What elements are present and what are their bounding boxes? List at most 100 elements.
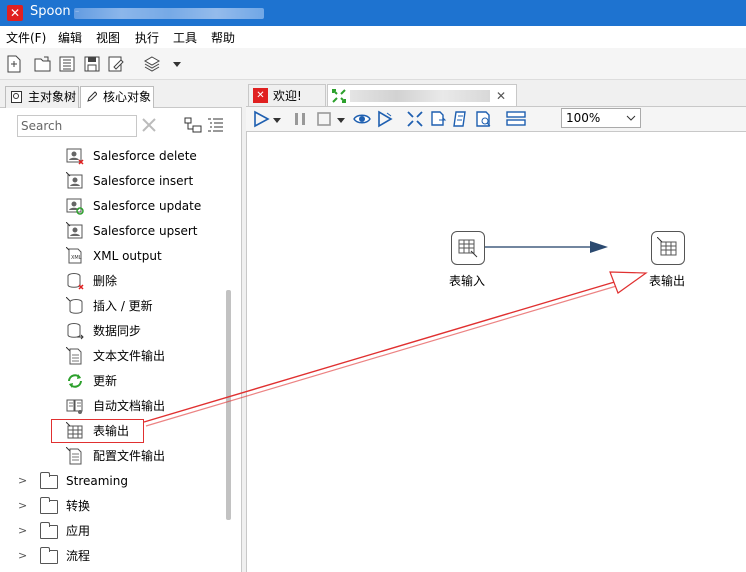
menu-view[interactable]: 视图 bbox=[96, 29, 120, 46]
expand-arrow-icon[interactable]: > bbox=[18, 520, 27, 542]
debug-icon[interactable] bbox=[376, 110, 394, 128]
list-item[interactable]: 文本文件输出 bbox=[66, 345, 226, 367]
close-tab-icon[interactable]: ✕ bbox=[496, 85, 506, 107]
data-sync-icon bbox=[67, 323, 84, 340]
list-item[interactable]: Salesforce delete bbox=[66, 145, 226, 167]
zoom-value: 100% bbox=[566, 111, 601, 125]
verify-icon[interactable] bbox=[406, 110, 424, 128]
tab-core-objects[interactable]: 核心对象 bbox=[80, 86, 154, 108]
tab-main-tree[interactable]: 主对象树 bbox=[5, 86, 79, 108]
folder-flow[interactable]: > 流程 bbox=[0, 545, 226, 567]
database-delete-icon bbox=[67, 273, 84, 290]
list-item[interactable]: 自动文档输出 bbox=[66, 395, 226, 417]
svg-text:XML: XML bbox=[71, 255, 82, 261]
save-icon[interactable] bbox=[83, 55, 101, 73]
expand-arrow-icon[interactable]: > bbox=[18, 495, 27, 517]
tab-transformation[interactable]: ✕ bbox=[327, 84, 517, 106]
xml-output-icon: XML bbox=[66, 247, 82, 264]
show-results-icon[interactable] bbox=[505, 110, 527, 128]
update-refresh-icon bbox=[68, 374, 82, 388]
save-as-icon[interactable] bbox=[107, 55, 125, 73]
expand-arrow-icon[interactable]: > bbox=[18, 470, 27, 492]
tree-item-label: 插入 / 更新 bbox=[93, 299, 153, 313]
insert-update-icon bbox=[66, 297, 83, 314]
menu-run[interactable]: 执行 bbox=[135, 29, 159, 46]
layers-icon[interactable] bbox=[143, 55, 161, 73]
salesforce-update-icon bbox=[66, 198, 84, 215]
list-item[interactable]: Salesforce insert bbox=[66, 170, 226, 192]
folder-streaming[interactable]: > Streaming bbox=[0, 470, 226, 492]
tab-welcome[interactable]: ✕ 欢迎! bbox=[248, 84, 326, 106]
stop-icon[interactable] bbox=[315, 110, 333, 128]
explore-db-icon[interactable] bbox=[474, 110, 492, 128]
run-dropdown-icon[interactable] bbox=[272, 110, 282, 128]
folder-label: Streaming bbox=[66, 474, 128, 488]
zoom-select[interactable]: 100% bbox=[561, 108, 641, 128]
search-doc-icon bbox=[11, 91, 22, 103]
pencil-icon bbox=[87, 91, 97, 102]
menu-file[interactable]: 文件(F) bbox=[6, 29, 46, 46]
spoon-logo-icon: ✕ bbox=[7, 5, 23, 21]
list-item[interactable]: Salesforce upsert bbox=[66, 220, 226, 242]
transformation-canvas[interactable] bbox=[249, 132, 746, 572]
search-input[interactable]: Search bbox=[17, 115, 137, 137]
collapse-all-icon[interactable] bbox=[184, 117, 202, 133]
tab-core-objects-label: 核心对象 bbox=[103, 90, 152, 104]
step-table-input[interactable] bbox=[451, 231, 485, 265]
text-file-output-icon bbox=[66, 347, 82, 365]
tab-main-tree-label: 主对象树 bbox=[28, 90, 77, 104]
open-file-icon[interactable] bbox=[34, 55, 52, 73]
menu-edit[interactable]: 编辑 bbox=[58, 29, 82, 46]
preview-icon[interactable] bbox=[353, 110, 371, 128]
step-table-output-label: 表输出 bbox=[649, 274, 686, 288]
expand-arrow-icon[interactable]: > bbox=[18, 545, 27, 567]
menu-tools[interactable]: 工具 bbox=[173, 29, 197, 46]
blurred-title bbox=[74, 8, 264, 19]
tree-item-label: 数据同步 bbox=[93, 324, 142, 338]
folder-label: 流程 bbox=[66, 549, 91, 563]
table-output-icon bbox=[657, 237, 677, 256]
step-table-input-label: 表输入 bbox=[449, 274, 486, 288]
canvas-toolbar bbox=[246, 106, 746, 132]
salesforce-delete-icon bbox=[66, 148, 84, 165]
sql-icon[interactable] bbox=[452, 110, 470, 128]
list-item[interactable]: 插入 / 更新 bbox=[66, 295, 226, 317]
folder-icon bbox=[40, 497, 58, 514]
tree-item-label: 删除 bbox=[93, 274, 118, 288]
tree-item-label: 配置文件输出 bbox=[93, 449, 166, 463]
editor-tabs: ✕ 欢迎! ✕ bbox=[246, 84, 746, 106]
list-item[interactable]: 数据同步 bbox=[66, 320, 226, 342]
list-item[interactable]: XML XML output bbox=[66, 245, 226, 267]
tree-scrollbar[interactable] bbox=[226, 290, 231, 520]
tree-item-label: 文本文件输出 bbox=[93, 349, 166, 363]
pause-icon[interactable] bbox=[291, 110, 309, 128]
step-table-output[interactable] bbox=[651, 231, 685, 265]
table-input-icon bbox=[458, 239, 478, 258]
auto-doc-output-icon bbox=[66, 399, 83, 414]
folder-transform[interactable]: > 转换 bbox=[0, 495, 226, 517]
tree-item-label: Salesforce delete bbox=[93, 149, 197, 163]
folder-icon bbox=[40, 472, 58, 489]
list-item[interactable]: 更新 bbox=[66, 370, 226, 392]
analyze-impact-icon[interactable] bbox=[429, 110, 447, 128]
folder-icon bbox=[40, 522, 58, 539]
tree-item-label: 更新 bbox=[93, 374, 118, 388]
chevron-down-icon bbox=[626, 115, 636, 121]
menu-help[interactable]: 帮助 bbox=[211, 29, 235, 46]
expand-all-icon[interactable] bbox=[207, 117, 225, 133]
salesforce-upsert-icon bbox=[66, 222, 83, 239]
main-toolbar bbox=[0, 48, 746, 80]
list-item[interactable]: 配置文件输出 bbox=[66, 445, 226, 467]
window-title: Spoon - bbox=[30, 4, 80, 19]
list-item[interactable]: 删除 bbox=[66, 270, 226, 292]
stop-dropdown-icon[interactable] bbox=[336, 110, 346, 128]
explore-repo-icon[interactable] bbox=[58, 55, 76, 73]
transformation-icon bbox=[332, 89, 346, 103]
run-icon[interactable] bbox=[252, 110, 270, 128]
folder-label: 转换 bbox=[66, 499, 91, 513]
clear-search-icon[interactable] bbox=[141, 117, 157, 133]
new-file-icon[interactable] bbox=[5, 55, 23, 73]
dropdown-arrow-icon[interactable] bbox=[168, 55, 186, 73]
folder-apply[interactable]: > 应用 bbox=[0, 520, 226, 542]
list-item[interactable]: Salesforce update bbox=[66, 195, 226, 217]
